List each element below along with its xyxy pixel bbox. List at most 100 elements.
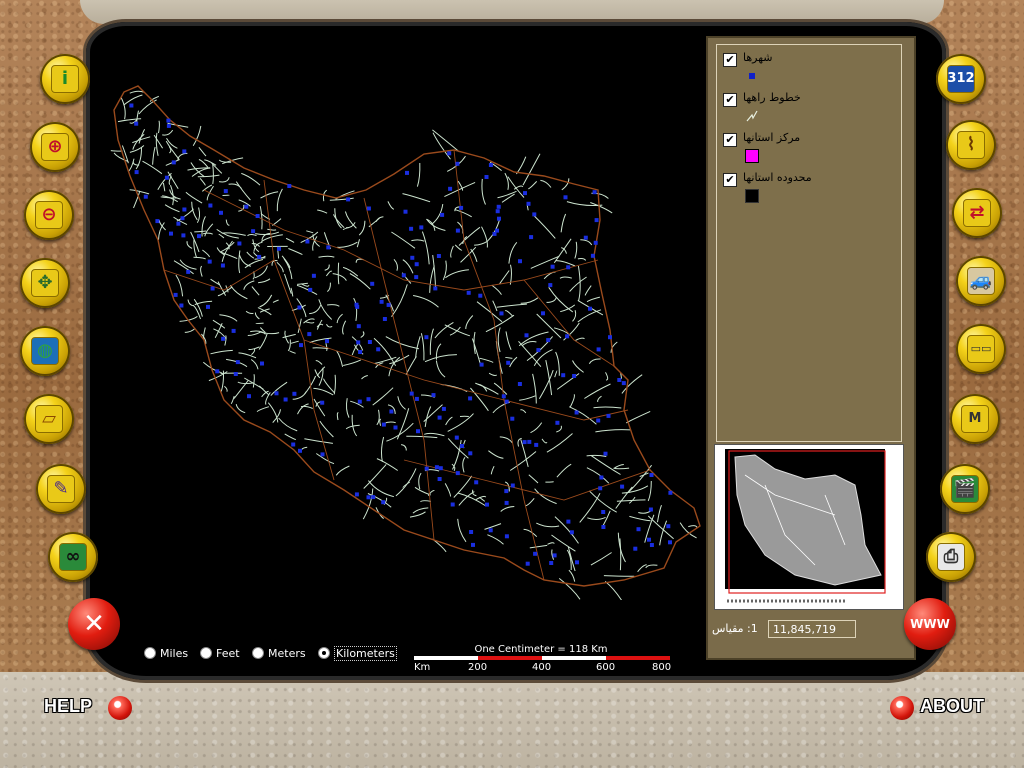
city-marker[interactable]: [495, 209, 500, 214]
city-marker[interactable]: [431, 393, 436, 398]
city-marker[interactable]: [382, 317, 387, 321]
city-marker[interactable]: [409, 391, 414, 396]
about-label[interactable]: ABOUT: [920, 696, 984, 717]
city-marker[interactable]: [277, 246, 281, 251]
city-marker[interactable]: [235, 360, 240, 365]
city-marker[interactable]: [181, 233, 186, 238]
city-marker[interactable]: [291, 442, 296, 447]
city-marker[interactable]: [448, 186, 453, 191]
city-marker[interactable]: [572, 374, 577, 378]
city-marker[interactable]: [524, 333, 529, 338]
city-marker[interactable]: [594, 218, 599, 223]
city-marker[interactable]: [548, 283, 553, 288]
city-marker[interactable]: [401, 273, 406, 278]
city-marker[interactable]: [550, 264, 555, 269]
city-marker[interactable]: [405, 170, 409, 175]
city-marker[interactable]: [437, 477, 442, 481]
city-marker[interactable]: [356, 324, 361, 329]
city-marker[interactable]: [210, 286, 215, 291]
checkbox-roads[interactable]: ✔: [723, 93, 737, 107]
city-marker[interactable]: [220, 263, 225, 268]
city-marker[interactable]: [569, 530, 574, 535]
city-marker[interactable]: [155, 219, 160, 224]
city-marker[interactable]: [468, 451, 473, 456]
city-marker[interactable]: [450, 502, 455, 507]
city-marker[interactable]: [510, 483, 515, 488]
city-marker[interactable]: [355, 304, 360, 309]
print-button[interactable]: ⎙: [926, 532, 976, 582]
city-marker[interactable]: [366, 495, 371, 500]
city-marker[interactable]: [459, 205, 464, 210]
numbers-button[interactable]: 312: [936, 54, 986, 104]
city-marker[interactable]: [134, 121, 139, 126]
city-marker[interactable]: [403, 209, 408, 214]
city-marker[interactable]: [533, 551, 538, 556]
city-marker[interactable]: [441, 406, 446, 411]
city-marker[interactable]: [566, 265, 571, 270]
city-marker[interactable]: [325, 339, 329, 344]
city-marker[interactable]: [484, 175, 489, 179]
city-marker[interactable]: [370, 281, 375, 286]
radio-meters[interactable]: [252, 647, 264, 659]
city-marker[interactable]: [527, 439, 532, 444]
iran-map[interactable]: [104, 80, 714, 600]
zoom-out-button[interactable]: ⊖: [24, 190, 74, 240]
city-marker[interactable]: [440, 212, 445, 217]
city-marker[interactable]: [633, 546, 638, 551]
city-marker[interactable]: [555, 420, 560, 425]
city-marker[interactable]: [478, 293, 483, 298]
city-marker[interactable]: [620, 484, 625, 489]
city-marker[interactable]: [566, 519, 571, 524]
city-marker[interactable]: [526, 201, 531, 206]
city-marker[interactable]: [434, 465, 439, 470]
city-marker[interactable]: [346, 197, 351, 202]
city-marker[interactable]: [583, 235, 588, 240]
city-marker[interactable]: [416, 429, 420, 434]
city-marker[interactable]: [536, 348, 541, 353]
city-marker[interactable]: [603, 451, 608, 456]
city-marker[interactable]: [381, 500, 386, 505]
city-marker[interactable]: [546, 338, 551, 343]
city-marker[interactable]: [215, 369, 220, 374]
city-marker[interactable]: [366, 397, 371, 402]
about-button[interactable]: [890, 696, 914, 720]
city-marker[interactable]: [596, 347, 601, 352]
start-end-button[interactable]: ⇄: [952, 188, 1002, 238]
city-marker[interactable]: [496, 204, 501, 209]
city-marker[interactable]: [223, 189, 228, 194]
city-marker[interactable]: [231, 328, 236, 333]
unit-option-kilometers[interactable]: Kilometers: [318, 646, 397, 661]
radio-kilometers[interactable]: [318, 647, 330, 659]
city-marker[interactable]: [354, 492, 359, 497]
city-marker[interactable]: [474, 480, 479, 485]
city-marker[interactable]: [534, 442, 539, 447]
city-marker[interactable]: [455, 471, 460, 476]
city-marker[interactable]: [668, 490, 673, 495]
city-marker[interactable]: [501, 394, 506, 399]
city-marker[interactable]: [219, 210, 223, 215]
city-marker[interactable]: [649, 543, 654, 547]
city-marker[interactable]: [488, 163, 493, 167]
city-marker[interactable]: [376, 347, 381, 352]
city-marker[interactable]: [357, 399, 362, 404]
city-marker[interactable]: [371, 495, 376, 500]
exit-button[interactable]: ✕: [68, 598, 120, 650]
city-marker[interactable]: [257, 254, 262, 259]
city-marker[interactable]: [173, 292, 178, 297]
city-marker[interactable]: [166, 118, 171, 123]
city-marker[interactable]: [460, 444, 464, 448]
film-clapper-button[interactable]: 🎬: [940, 464, 990, 514]
city-marker[interactable]: [668, 540, 672, 545]
city-marker[interactable]: [499, 311, 504, 316]
city-marker[interactable]: [504, 399, 509, 404]
overview-map[interactable]: [714, 444, 904, 610]
city-marker[interactable]: [529, 235, 534, 240]
city-marker[interactable]: [283, 397, 288, 402]
city-marker[interactable]: [648, 507, 653, 512]
city-marker[interactable]: [599, 475, 604, 480]
city-marker[interactable]: [320, 400, 325, 405]
full-extent-button[interactable]: ▱: [24, 394, 74, 444]
city-marker[interactable]: [244, 204, 249, 209]
city-marker[interactable]: [485, 502, 489, 507]
city-marker[interactable]: [186, 269, 191, 274]
